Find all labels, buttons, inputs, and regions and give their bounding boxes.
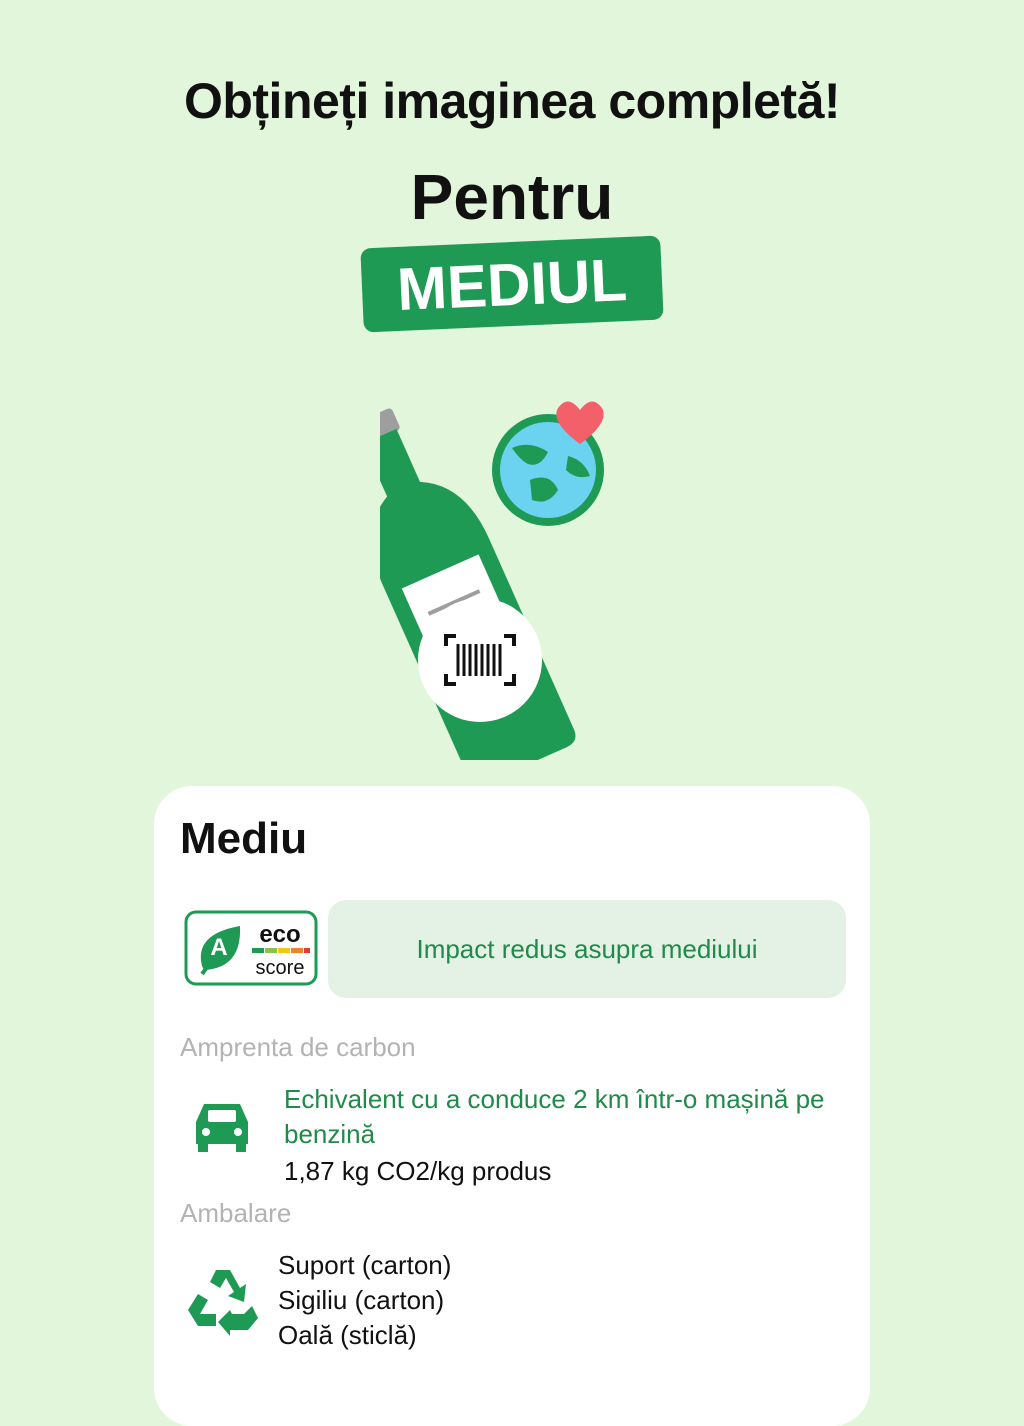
card-title: Mediu <box>180 814 308 863</box>
eco-score-grade: A <box>210 934 227 961</box>
headline: Obțineți imaginea completă! <box>183 73 841 129</box>
car-icon <box>196 1104 248 1152</box>
subheadline: Pentru <box>410 161 614 233</box>
packaging-item: Suport (carton) <box>278 1250 452 1280</box>
recycle-icon <box>188 1270 258 1336</box>
score-logo-text: score <box>256 957 305 979</box>
carbon-equivalent-text: Echivalent cu a conduce 2 km într-o mași… <box>284 1084 825 1149</box>
impact-summary: Impact redus asupra mediului <box>328 900 846 998</box>
packaging-item: Oală (sticlă) <box>278 1320 417 1350</box>
eco-logo-text: eco <box>259 921 300 948</box>
packaging-label: Ambalare <box>180 1198 292 1228</box>
packaging-item: Sigiliu (carton) <box>278 1285 445 1315</box>
eco-score-logo: A eco score <box>184 910 318 986</box>
packaging-list: Suport (carton) Sigiliu (carton) Oală (s… <box>278 1248 451 1353</box>
highlight-badge: MEDIUL <box>360 235 664 333</box>
environment-card: Mediu A eco score Impact redus asupra me… <box>154 786 870 1426</box>
carbon-value: 1,87 kg CO2/kg produs <box>284 1156 552 1186</box>
barcode-scan-icon <box>418 598 542 722</box>
carbon-footprint-label: Amprenta de carbon <box>180 1032 416 1062</box>
environment-illustration <box>380 401 604 760</box>
